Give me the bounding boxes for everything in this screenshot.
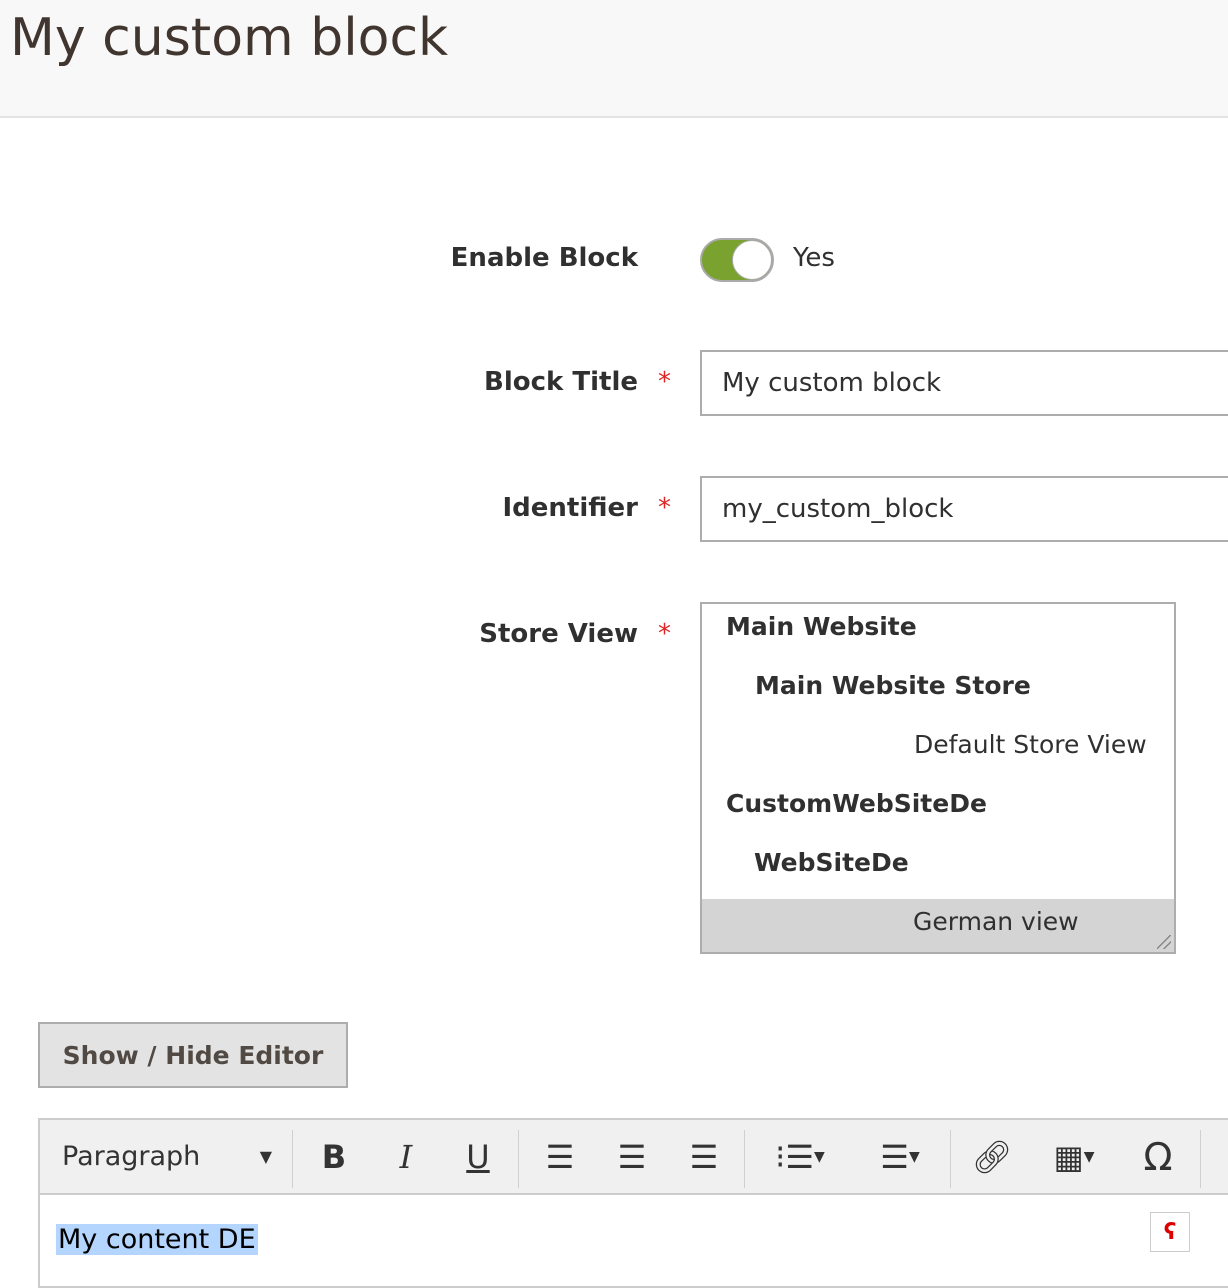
align-right-icon[interactable]: ☰ [682, 1120, 726, 1193]
underline-icon[interactable]: U [456, 1120, 500, 1193]
enable-block-toggle[interactable] [700, 238, 774, 282]
link-icon[interactable]: 🔗︎ [970, 1120, 1014, 1193]
wysiwyg-editor: Paragraph ▼ B I U ☰ ☰ ☰ ⁝☰ ▼ ☰ ▼ 🔗︎ ▦ ▼ Ω My… [38, 1118, 1228, 1288]
required-mark: * [658, 367, 671, 397]
optgroup-main-website-store: Main Website Store [755, 671, 1031, 700]
page-header: My custom block [0, 0, 1228, 118]
optgroup-websitede: WebSiteDe [754, 848, 909, 877]
format-value: Paragraph [62, 1141, 201, 1172]
enable-block-value: Yes [793, 243, 835, 273]
show-hide-editor-button[interactable]: Show / Hide Editor [38, 1022, 348, 1088]
bold-icon[interactable]: B [312, 1120, 356, 1193]
required-mark: * [658, 619, 671, 649]
table-icon[interactable]: ▦ ▼ [1042, 1120, 1106, 1193]
editor-content[interactable]: My content DE [56, 1224, 258, 1255]
required-mark: * [658, 493, 671, 523]
identifier-input[interactable] [700, 476, 1228, 542]
store-view-label: Store View [479, 619, 638, 649]
enable-block-label: Enable Block [450, 243, 638, 273]
optgroup-main-website: Main Website [726, 612, 917, 641]
option-default-store-view[interactable]: Default Store View [702, 722, 1174, 781]
bullet-list-icon[interactable]: ⁝☰ ▼ [760, 1120, 840, 1193]
block-title-input[interactable] [700, 350, 1228, 416]
extension-logo-icon: ʕ [1150, 1212, 1190, 1252]
editor-toolbar: Paragraph ▼ B I U ☰ ☰ ☰ ⁝☰ ▼ ☰ ▼ 🔗︎ ▦ ▼ Ω [40, 1120, 1228, 1195]
numbered-list-icon[interactable]: ☰ ▼ [860, 1120, 940, 1193]
page-title: My custom block [10, 8, 449, 68]
option-german-view[interactable]: German view [702, 899, 1174, 952]
align-left-icon[interactable]: ☰ [538, 1120, 582, 1193]
format-dropdown[interactable]: Paragraph ▼ [62, 1120, 272, 1193]
store-view-select[interactable]: Main Website Main Website Store Default … [700, 602, 1176, 954]
toggle-knob [732, 240, 772, 280]
chevron-down-icon: ▼ [259, 1147, 272, 1166]
align-center-icon[interactable]: ☰ [610, 1120, 654, 1193]
optgroup-customwebsitede: CustomWebSiteDe [726, 789, 987, 818]
block-title-label: Block Title [484, 367, 638, 397]
resize-handle[interactable] [1157, 935, 1171, 949]
identifier-label: Identifier [502, 493, 639, 523]
italic-icon[interactable]: I [384, 1120, 428, 1193]
special-character-icon[interactable]: Ω [1136, 1120, 1180, 1193]
